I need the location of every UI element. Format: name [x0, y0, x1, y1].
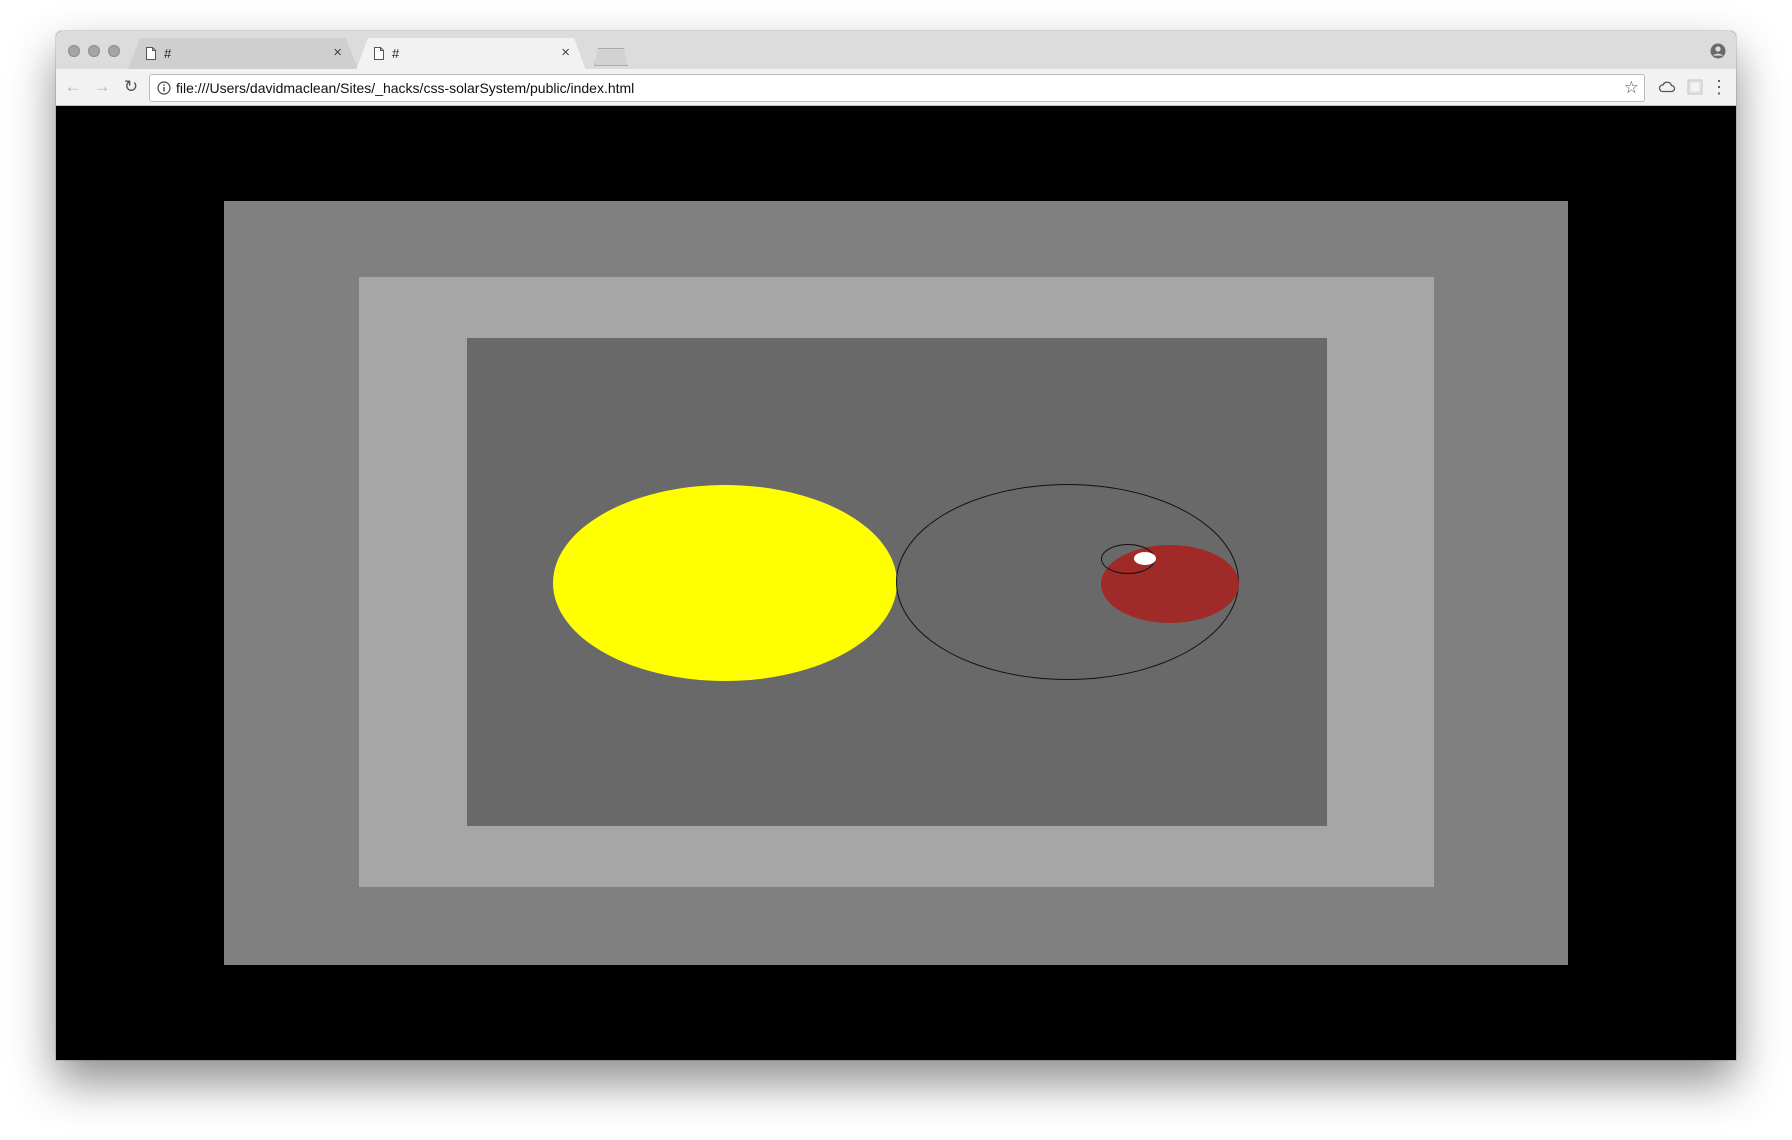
tab-title: #: [164, 46, 172, 61]
url-text[interactable]: file:///Users/davidmaclean/Sites/_hacks/…: [176, 80, 634, 96]
document-icon: [374, 47, 384, 60]
document-icon: [146, 47, 156, 60]
close-window-button[interactable]: [68, 45, 80, 57]
close-tab-icon[interactable]: ×: [561, 44, 570, 62]
tab-strip: # × # ×: [56, 31, 1736, 70]
reload-button[interactable]: ↻: [120, 76, 142, 98]
bookmark-star-icon[interactable]: ☆: [1624, 78, 1639, 98]
info-icon[interactable]: [157, 81, 171, 95]
menu-button[interactable]: ⋮: [1708, 76, 1730, 98]
page-viewport: [56, 106, 1736, 1060]
address-bar[interactable]: file:///Users/davidmaclean/Sites/_hacks/…: [149, 74, 1645, 102]
browser-toolbar: ← → ↻ file:///Users/davidmaclean/Sites/_…: [56, 69, 1736, 106]
tab-2[interactable]: # ×: [356, 38, 586, 70]
moon: [1134, 552, 1156, 565]
extension-icon[interactable]: [1686, 78, 1704, 96]
back-button[interactable]: ←: [62, 76, 84, 98]
zoom-window-button[interactable]: [108, 45, 120, 57]
new-tab-button[interactable]: [594, 48, 628, 66]
browser-window: # × # × ← → ↻ file:///Users/davidmaclean…: [56, 31, 1736, 1060]
close-tab-icon[interactable]: ×: [333, 44, 342, 62]
tab-title: #: [392, 46, 400, 61]
tab-1[interactable]: # ×: [128, 38, 358, 69]
profile-icon[interactable]: [1710, 43, 1726, 59]
minimize-window-button[interactable]: [88, 45, 100, 57]
sun: [553, 485, 897, 681]
cloud-icon[interactable]: [1658, 78, 1676, 96]
forward-button[interactable]: →: [91, 76, 113, 98]
